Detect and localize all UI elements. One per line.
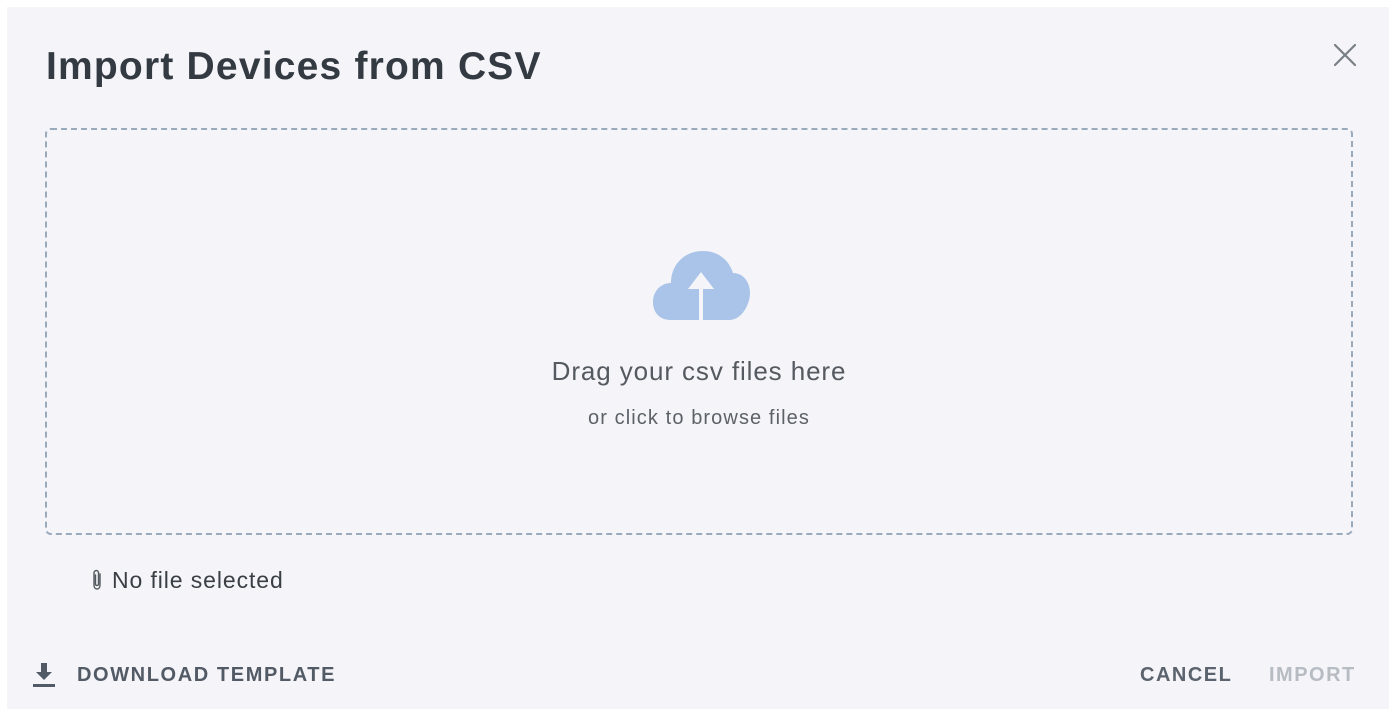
- download-icon: [33, 663, 55, 687]
- paperclip-icon: [93, 569, 101, 590]
- close-button[interactable]: [1329, 39, 1361, 71]
- cloud-upload-icon: [653, 251, 750, 320]
- close-icon: [1333, 43, 1357, 67]
- download-template-label: DOWNLOAD TEMPLATE: [77, 663, 337, 686]
- cancel-button[interactable]: CANCEL: [1140, 657, 1232, 693]
- import-button[interactable]: IMPORT: [1269, 657, 1356, 693]
- csv-dropzone[interactable]: Drag your csv files here or click to bro…: [45, 128, 1353, 535]
- import-devices-dialog: Import Devices from CSV Drag your csv fi…: [7, 7, 1389, 709]
- dialog-title: Import Devices from CSV: [46, 45, 542, 88]
- file-status: No file selected: [90, 564, 284, 596]
- browse-files-link[interactable]: or click to browse files: [47, 405, 1351, 431]
- file-status-text: No file selected: [112, 566, 284, 593]
- download-template-button[interactable]: DOWNLOAD TEMPLATE: [31, 657, 336, 693]
- dropzone-primary-text: Drag your csv files here: [551, 356, 847, 386]
